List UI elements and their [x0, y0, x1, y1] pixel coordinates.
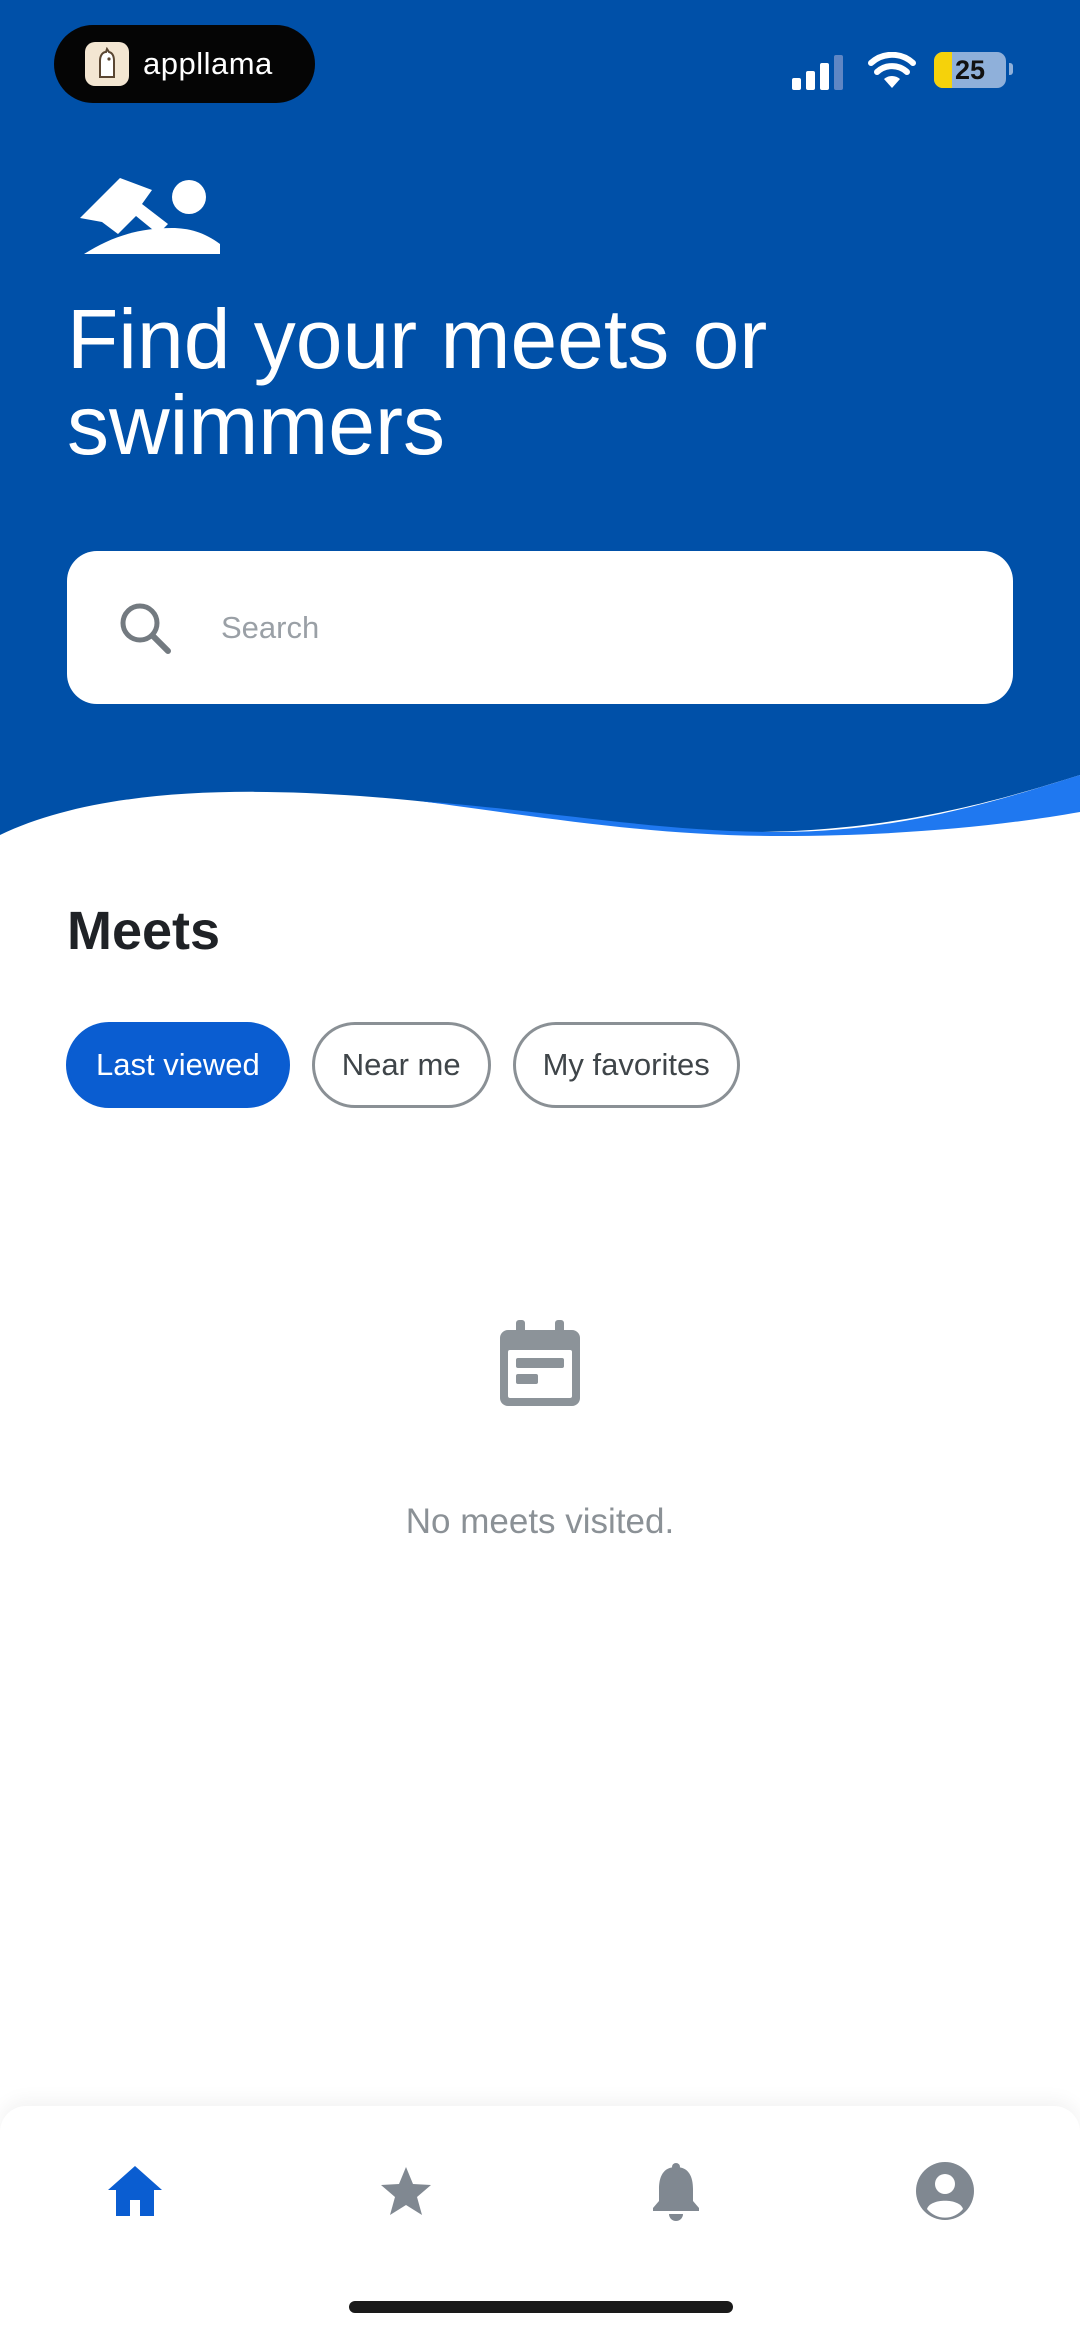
nav-notifications[interactable] — [631, 2146, 721, 2236]
meets-filter-chips: Last viewed Near me My favorites — [66, 1022, 762, 1108]
home-icon — [108, 2166, 162, 2216]
meets-section-title: Meets — [67, 901, 221, 961]
nav-account[interactable] — [900, 2146, 990, 2236]
cellular-signal-icon — [792, 55, 843, 90]
home-indicator — [349, 2301, 733, 2313]
app-screen: appllama 25 Find your meets or swimmers … — [0, 0, 1080, 2337]
calendar-icon — [500, 1320, 580, 1406]
app-badge-label: appllama — [143, 46, 273, 81]
empty-state-message: No meets visited. — [405, 1502, 675, 1541]
swimmer-logo-icon — [80, 178, 220, 254]
nav-home[interactable] — [90, 2146, 180, 2236]
search-icon — [120, 603, 171, 654]
page-title: Find your meets or swimmers — [67, 292, 768, 472]
battery-tip — [1009, 63, 1013, 75]
star-icon — [381, 2167, 431, 2215]
chip-my-favorites[interactable]: My favorites — [512, 1022, 740, 1108]
chip-near-me[interactable]: Near me — [311, 1022, 491, 1108]
battery-level: 25 — [954, 54, 986, 85]
search-bar[interactable] — [67, 551, 1013, 704]
status-indicators: 25 — [780, 48, 1080, 98]
llama-logo-icon — [85, 42, 129, 86]
chip-last-viewed[interactable]: Last viewed — [66, 1022, 290, 1108]
nav-favorites[interactable] — [361, 2146, 451, 2236]
hero-header: appllama 25 Find your meets or swimmers … — [0, 0, 1080, 860]
wifi-icon — [868, 52, 916, 88]
search-input[interactable] — [221, 609, 921, 646]
battery-indicator: 25 — [934, 52, 1006, 88]
app-badge-pill: appllama — [54, 25, 315, 103]
bell-icon — [653, 2163, 699, 2221]
account-icon — [916, 2162, 974, 2220]
